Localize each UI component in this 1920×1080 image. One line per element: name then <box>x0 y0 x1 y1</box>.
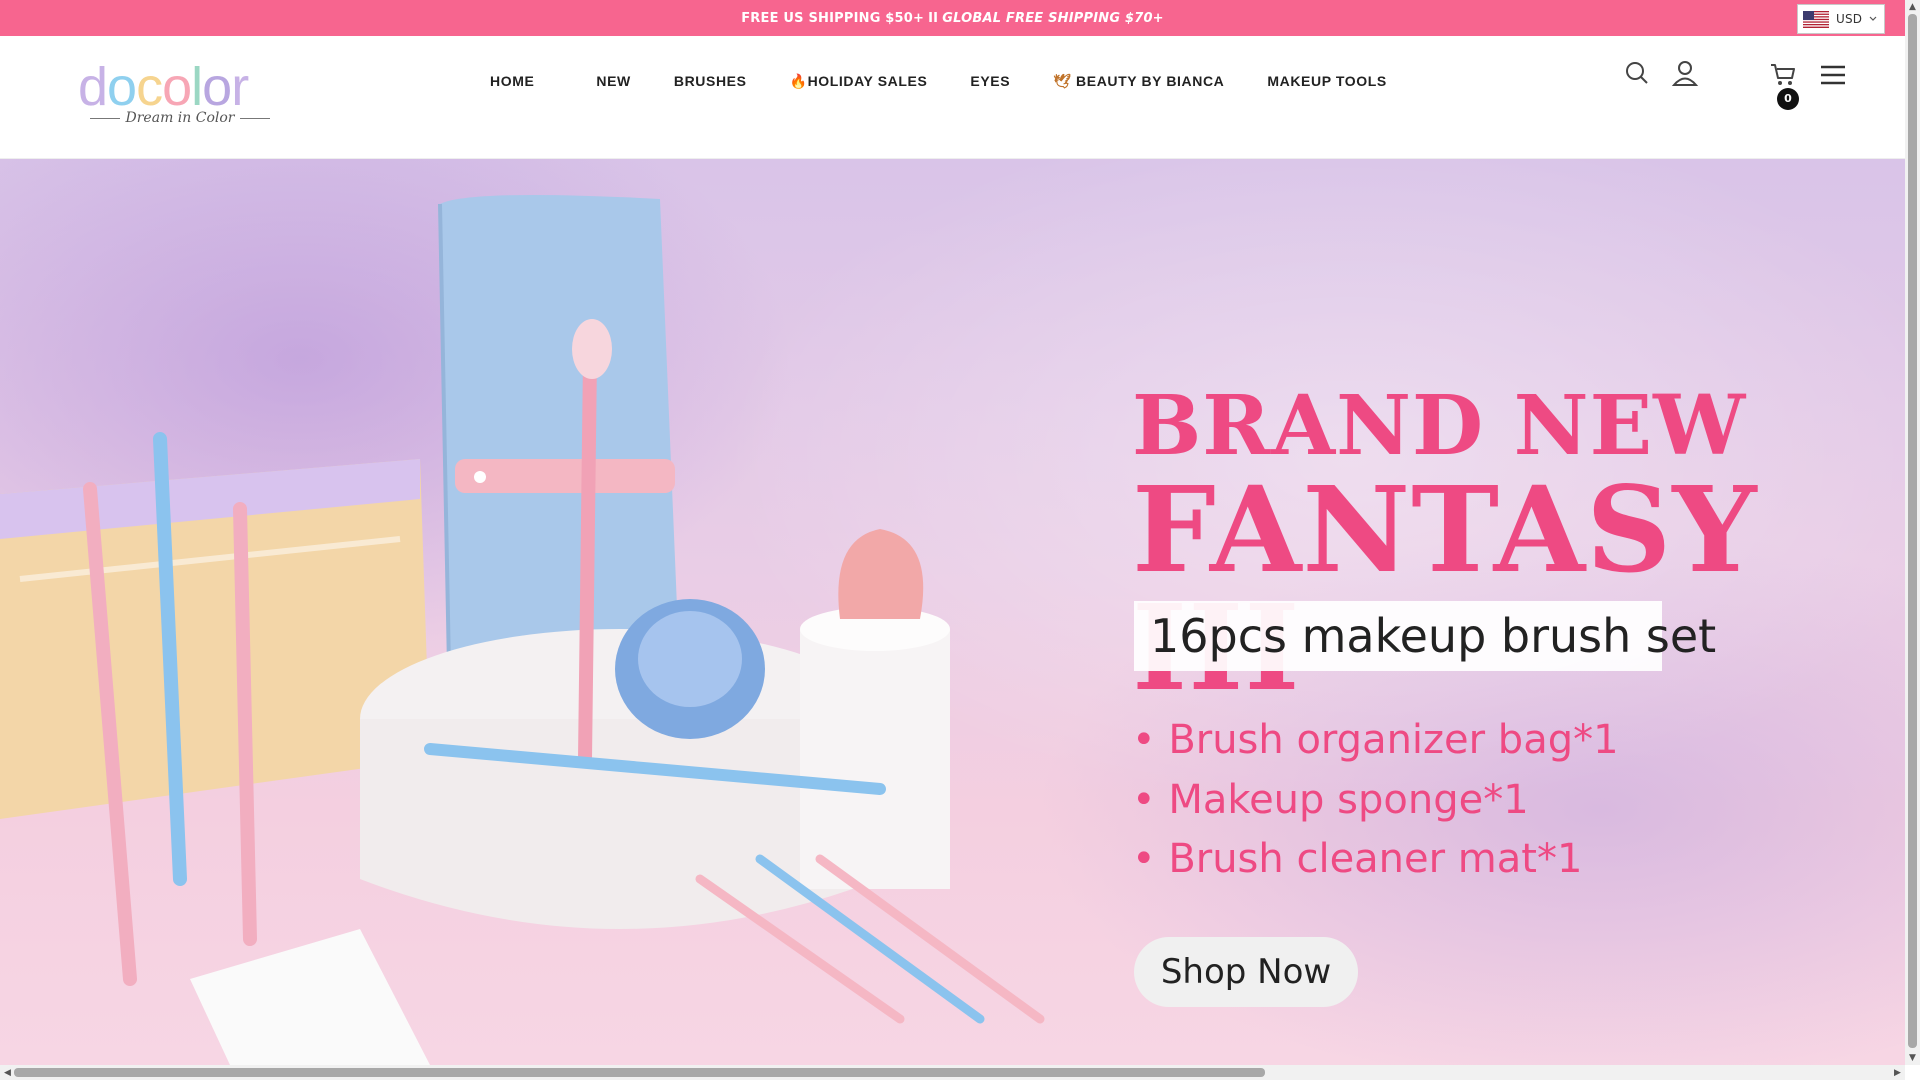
logo-letter: o <box>162 57 192 117</box>
vertical-scroll-thumb[interactable] <box>1908 14 1917 1048</box>
product-image <box>0 195 1045 1065</box>
fire-icon: 🔥 <box>789 72 808 89</box>
main-nav: HOME NEW BRUSHES 🔥HOLIDAY SALES EYES 🕊 B… <box>490 66 1387 96</box>
instructions-card-image <box>190 929 430 1065</box>
scroll-left-arrow-icon[interactable]: ◀ <box>0 1066 15 1080</box>
horizontal-scroll-thumb[interactable] <box>14 1068 1265 1077</box>
hero-title-line2: FANTASY III <box>1132 460 1758 707</box>
cart-count-badge: 0 <box>1777 88 1799 110</box>
hero-bullet-text: Brush cleaner mat*1 <box>1168 836 1583 882</box>
nav-home[interactable]: HOME <box>490 73 534 89</box>
hero-subtitle: 16pcs makeup brush set <box>1134 601 1716 671</box>
logo-letter: r <box>231 57 249 117</box>
cart-icon[interactable] <box>1768 58 1798 88</box>
logo-letter: d <box>78 57 108 117</box>
shipping-global-text: GLOBAL FREE SHIPPING $70+ <box>942 10 1164 26</box>
hero-bullet: • Brush organizer bag*1 <box>1132 717 1619 763</box>
logo-wordmark: docolor <box>78 57 249 117</box>
us-flag-icon <box>1803 10 1829 28</box>
hero-bullet-text: Makeup sponge*1 <box>1168 777 1529 823</box>
shop-now-button[interactable]: Shop Now <box>1134 937 1358 1007</box>
nav-beauty-by-bianca[interactable]: 🕊 BEAUTY BY BIANCA <box>1053 73 1224 90</box>
hero-banner[interactable]: BRAND NEW FANTASY III 16pcs makeup brush… <box>0 159 1905 1065</box>
scroll-right-arrow-icon[interactable]: ▶ <box>1890 1066 1905 1080</box>
nav-beauty-by-bianca-label: BEAUTY BY BIANCA <box>1076 72 1225 89</box>
logo-letter: c <box>136 57 163 117</box>
docolor-logo[interactable]: docolor Dream in Color <box>78 58 288 130</box>
chevron-down-icon <box>1869 16 1877 21</box>
bird-icon: 🕊 <box>1053 72 1072 89</box>
hero-title-line1: BRAND NEW <box>1132 378 1747 474</box>
logo-letter: o <box>202 57 232 117</box>
user-icon[interactable] <box>1670 58 1700 88</box>
nav-eyes[interactable]: EYES <box>970 73 1010 89</box>
shipping-us-text: FREE US SHIPPING $50+ <box>741 10 925 26</box>
announcement-bar: FREE US SHIPPING $50+ II GLOBAL FREE SHI… <box>0 0 1905 36</box>
logo-letter: o <box>107 57 137 117</box>
nav-makeup-tools[interactable]: MAKEUP TOOLS <box>1267 73 1386 89</box>
nav-new[interactable]: NEW <box>596 73 630 89</box>
nav-brushes[interactable]: BRUSHES <box>674 73 747 89</box>
currency-label: USD <box>1836 12 1863 26</box>
nav-holiday-sales[interactable]: 🔥HOLIDAY SALES <box>790 73 928 90</box>
sponge-image <box>838 529 924 619</box>
hero-bullet-text: Brush organizer bag*1 <box>1168 717 1619 763</box>
shipping-separator: II <box>928 10 939 26</box>
nav-holiday-sales-label: HOLIDAY SALES <box>807 72 928 89</box>
hero-bullet: • Brush cleaner mat*1 <box>1132 836 1583 882</box>
hero-bullet: • Makeup sponge*1 <box>1132 777 1529 823</box>
logo-letter: l <box>191 57 203 117</box>
currency-selector[interactable]: USD <box>1797 4 1885 34</box>
site-header: docolor Dream in Color HOME NEW BRUSHES … <box>0 36 1905 159</box>
hamburger-menu-icon[interactable] <box>1818 60 1848 90</box>
logo-tagline: Dream in Color <box>78 110 282 126</box>
search-icon[interactable] <box>1622 58 1652 88</box>
scroll-up-arrow-icon[interactable]: ▲ <box>1905 0 1920 14</box>
scroll-down-arrow-icon[interactable]: ▼ <box>1905 1051 1920 1065</box>
